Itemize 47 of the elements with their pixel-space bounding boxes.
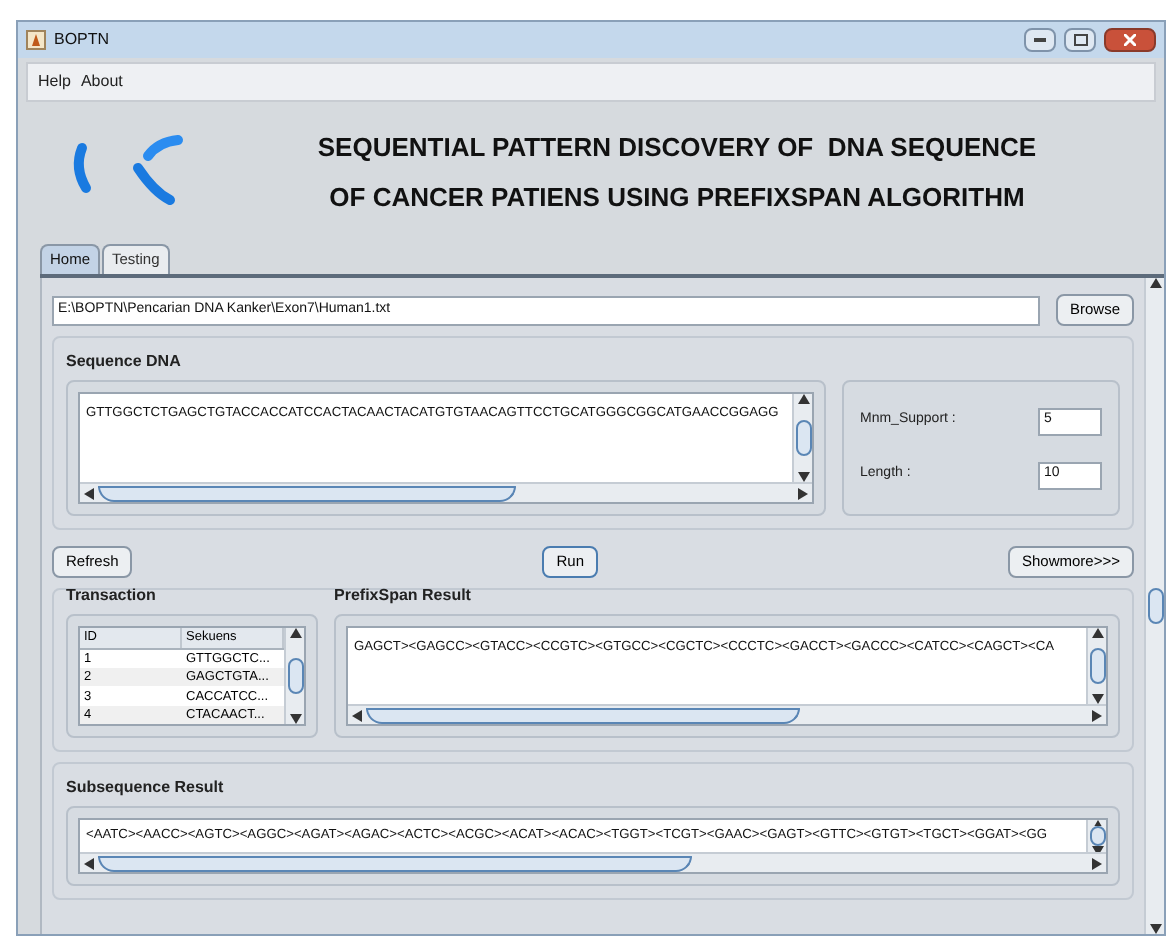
minimize-icon	[1034, 38, 1046, 42]
right-arrow-icon[interactable]	[798, 487, 808, 499]
group-title: Subsequence Result	[66, 776, 226, 800]
down-arrow-icon[interactable]	[1091, 846, 1103, 852]
vertical-scrollbar[interactable]	[1086, 628, 1106, 704]
right-arrow-icon[interactable]	[1092, 857, 1102, 869]
scroll-thumb[interactable]	[1089, 825, 1105, 847]
up-arrow-icon[interactable]	[1091, 628, 1103, 638]
left-arrow-icon[interactable]	[84, 857, 94, 869]
vertical-scrollbar[interactable]	[1086, 820, 1106, 852]
vertical-scrollbar[interactable]	[284, 628, 304, 724]
vertical-scrollbar[interactable]	[1144, 278, 1164, 934]
vertical-scrollbar[interactable]	[792, 394, 812, 482]
close-button[interactable]	[1104, 28, 1156, 52]
scroll-thumb[interactable]	[287, 658, 303, 694]
app-heading: SEQUENTIAL PATTERN DISCOVERY OF DNA SEQUENCE	[317, 129, 1037, 165]
window-title: BOPTN	[54, 28, 110, 52]
up-arrow-icon[interactable]	[797, 394, 809, 404]
menu-item[interactable]: About	[80, 70, 123, 94]
group-title: Sequence DNA	[66, 350, 183, 374]
left-arrow-icon[interactable]	[84, 487, 94, 499]
maximize-icon	[1073, 34, 1087, 46]
scroll-thumb[interactable]	[795, 420, 811, 456]
scroll-thumb[interactable]	[366, 707, 800, 723]
scroll-thumb[interactable]	[1089, 648, 1105, 684]
app-icon	[26, 30, 46, 50]
scroll-thumb[interactable]	[98, 485, 516, 501]
maximize-button[interactable]	[1064, 28, 1096, 52]
horizontal-scrollbar[interactable]	[80, 482, 812, 502]
group-title: PrefixSpan Result	[334, 584, 473, 608]
up-arrow-icon[interactable]	[289, 628, 301, 638]
down-arrow-icon[interactable]	[797, 472, 809, 482]
up-arrow-icon[interactable]	[1149, 278, 1161, 288]
down-arrow-icon[interactable]	[289, 714, 301, 724]
horizontal-scrollbar[interactable]	[80, 852, 1106, 872]
minimize-button[interactable]	[1024, 28, 1056, 52]
scroll-thumb[interactable]	[98, 855, 692, 871]
down-arrow-icon[interactable]	[1149, 924, 1161, 934]
app-heading: OF CANCER PATIENS USING PREFIXSPAN ALGORITHM	[329, 180, 1025, 216]
down-arrow-icon[interactable]	[1091, 694, 1103, 704]
group-title: Transaction	[66, 584, 158, 608]
horizontal-scrollbar[interactable]	[348, 704, 1106, 724]
right-arrow-icon[interactable]	[1092, 709, 1102, 721]
scroll-thumb[interactable]	[1147, 588, 1163, 624]
left-arrow-icon[interactable]	[352, 709, 362, 721]
close-icon	[1124, 34, 1136, 46]
menu-item[interactable]: Help	[38, 70, 71, 94]
